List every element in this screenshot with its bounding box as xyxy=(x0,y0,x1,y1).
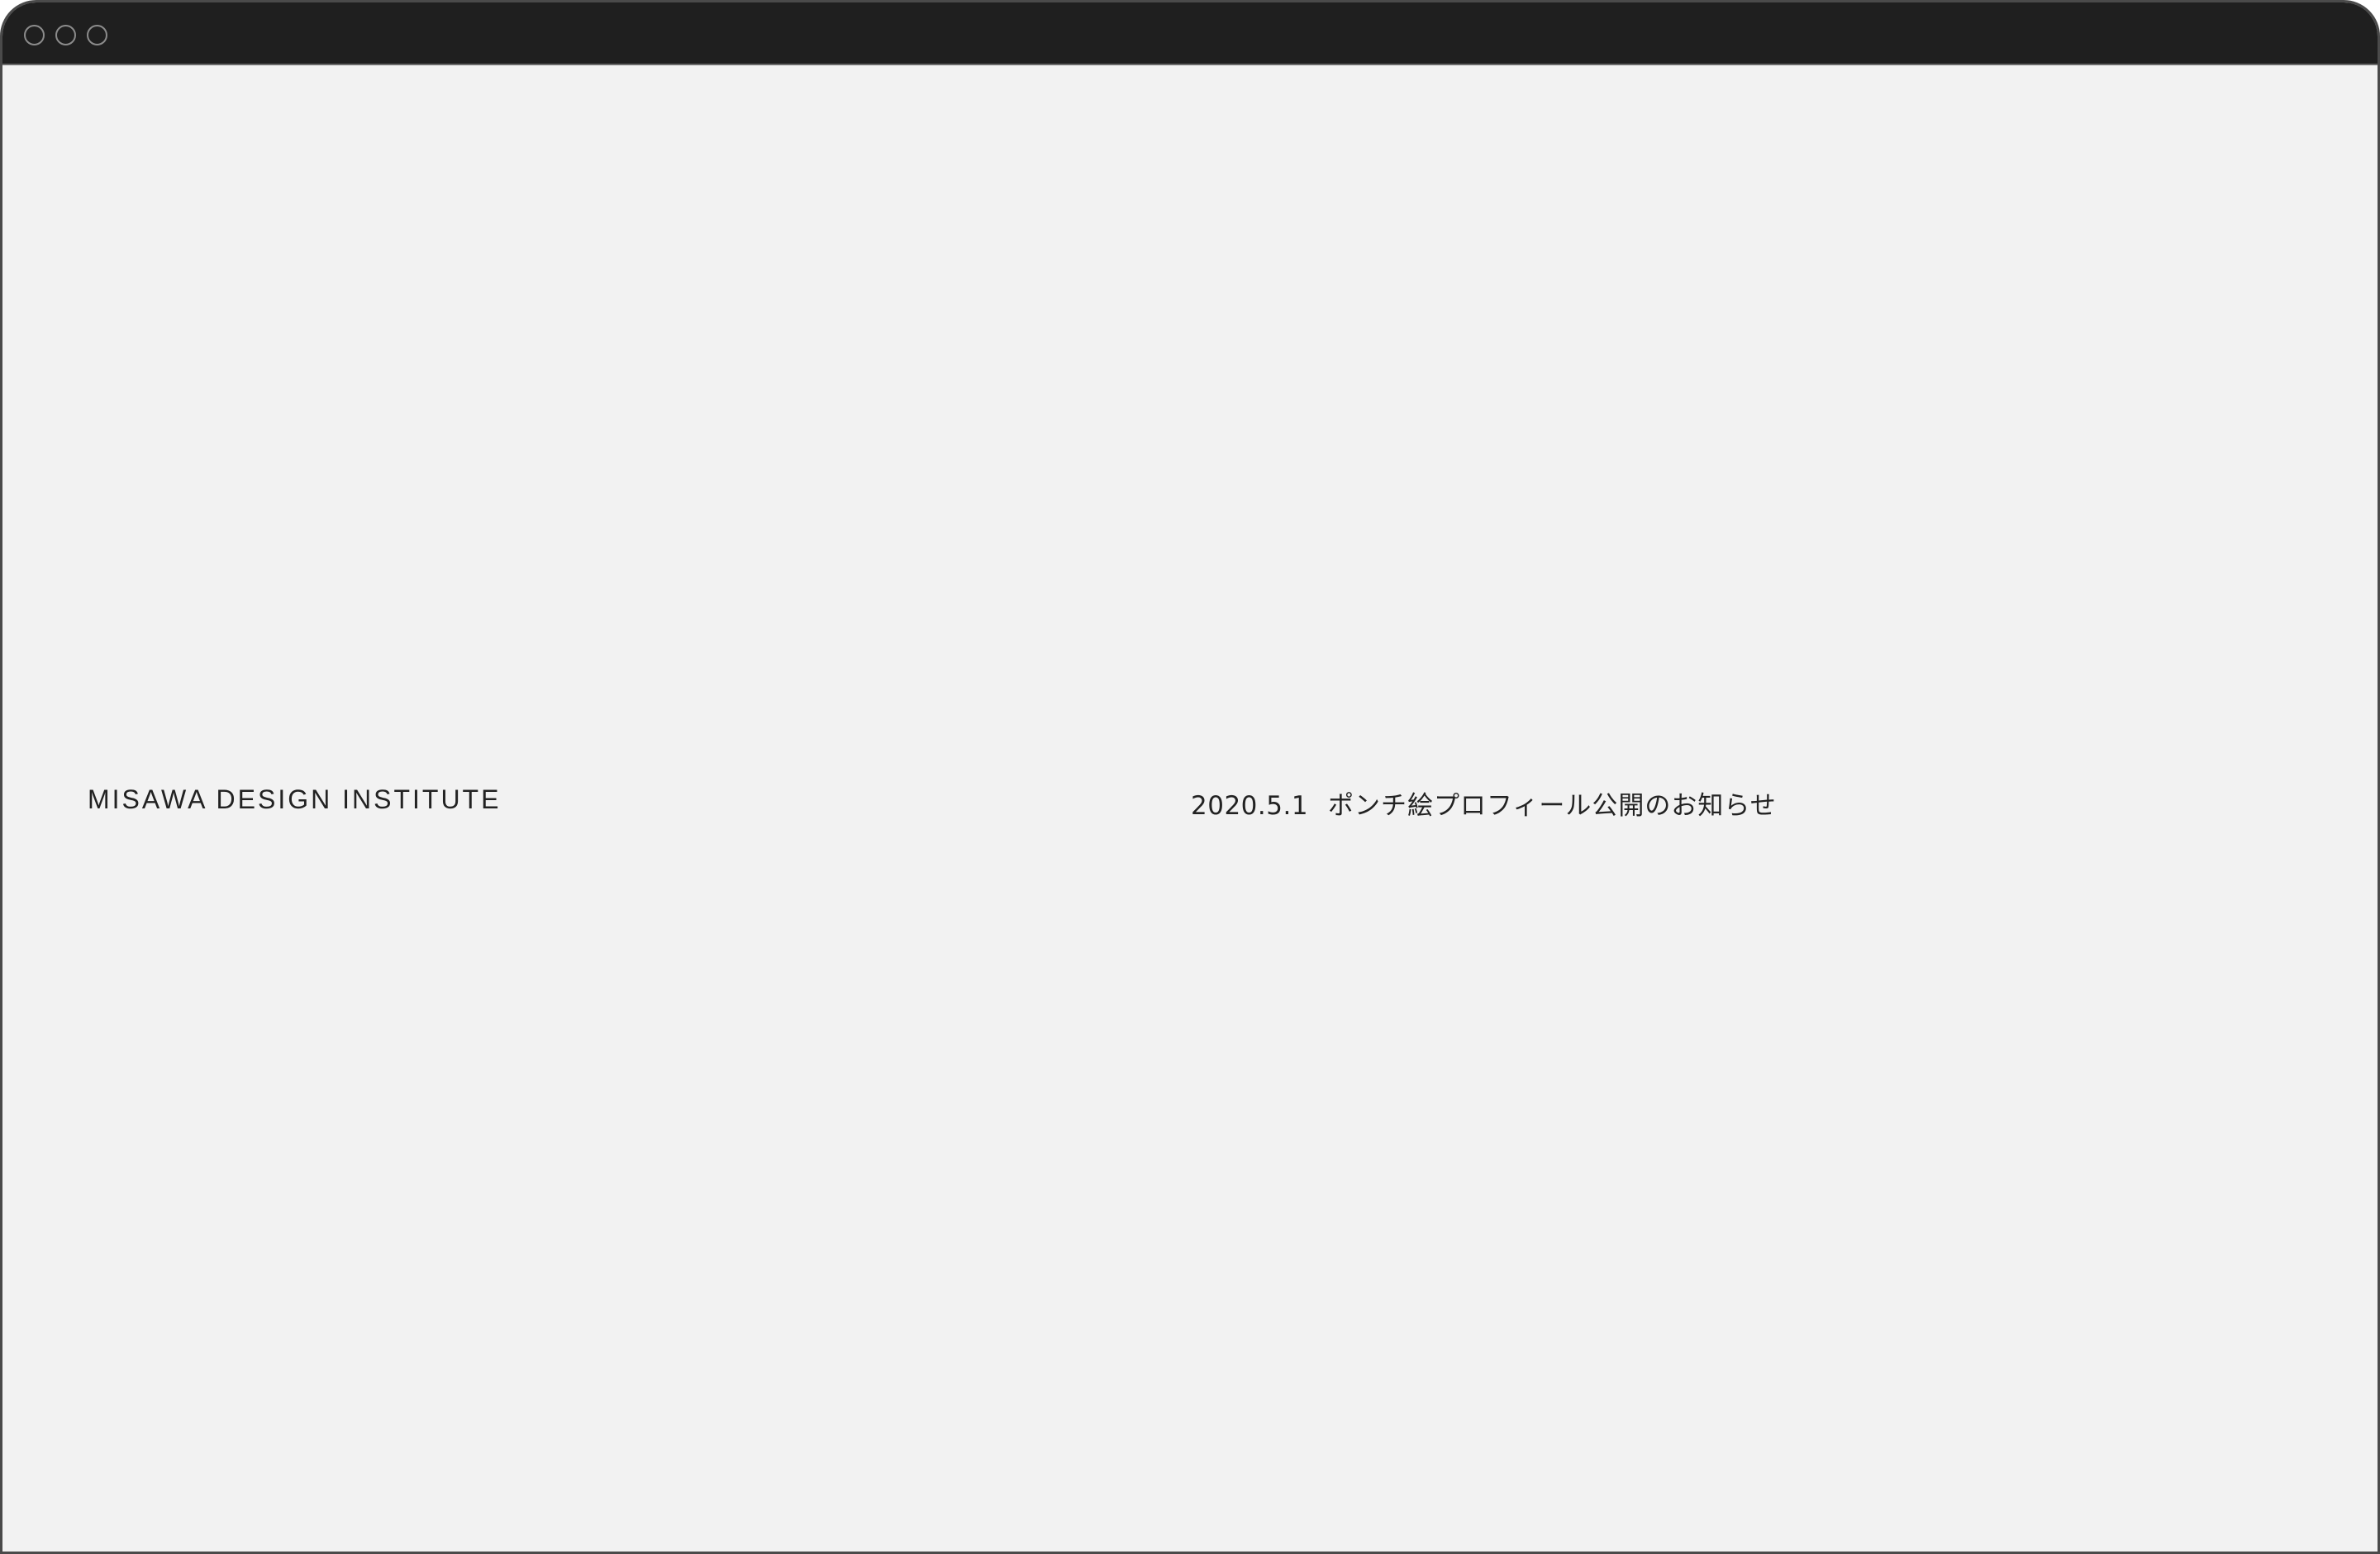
news-title: ポンチ絵プロフィール公開のお知らせ xyxy=(1328,791,1777,821)
news-item-link[interactable]: 2020.5.1 ポンチ絵プロフィール公開のお知らせ xyxy=(1191,784,1777,822)
zoom-window-button[interactable] xyxy=(87,25,107,45)
close-window-button[interactable] xyxy=(24,25,45,45)
window-titlebar xyxy=(2,2,2378,65)
page-content: MISAWA DESIGN INSTITUTE 2020.5.1 ポンチ絵プロフ… xyxy=(2,65,2378,1552)
news-date: 2020.5.1 xyxy=(1191,791,1309,821)
browser-window: MISAWA DESIGN INSTITUTE 2020.5.1 ポンチ絵プロフ… xyxy=(0,0,2380,1554)
minimize-window-button[interactable] xyxy=(55,25,76,45)
site-brand-logo-text[interactable]: MISAWA DESIGN INSTITUTE xyxy=(88,784,501,815)
